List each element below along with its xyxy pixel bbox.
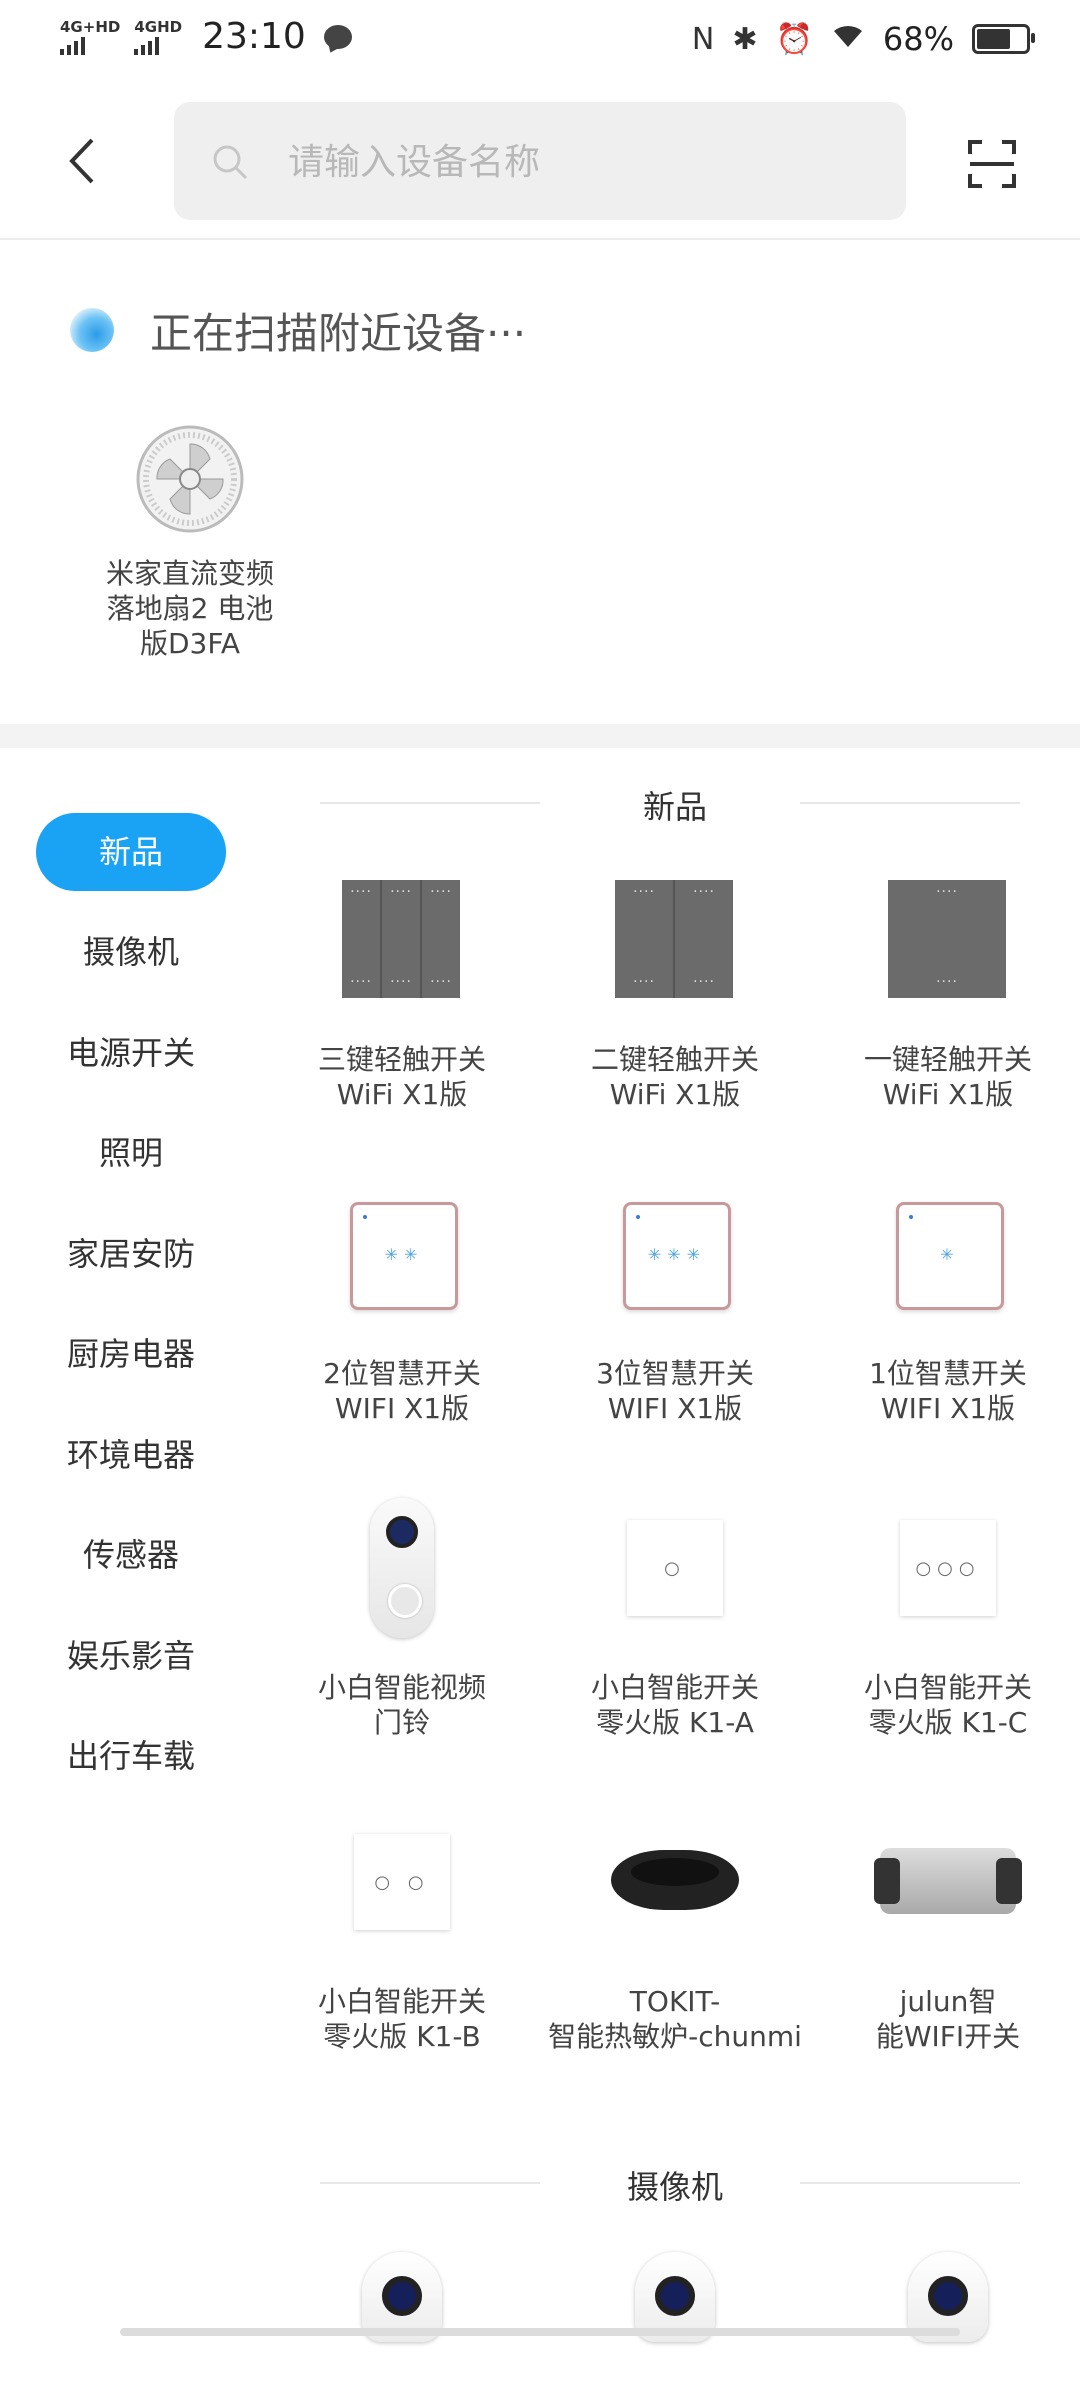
three-gang-switch-icon: ✳✳✳ <box>605 1184 745 1324</box>
double-switch-icon <box>605 870 745 1010</box>
camera-icon <box>605 2252 745 2392</box>
alarm-icon: ⏰ <box>775 21 813 57</box>
fan-icon <box>136 425 244 533</box>
category-power-switch[interactable]: 电源开关 <box>36 1014 226 1092</box>
section-title: 摄像机 <box>270 2162 1080 2206</box>
device-name: 一键轻触开关 WiFi X1版 <box>863 1043 1032 1111</box>
category-camera[interactable]: 摄像机 <box>36 913 226 991</box>
scan-button[interactable] <box>968 140 1016 188</box>
device-item[interactable]: julun智 能WIFI开关 <box>813 1812 1080 2054</box>
bluetooth-icon: ✱ <box>732 21 758 57</box>
device-item[interactable]: 一键轻触开关 WiFi X1版 <box>813 870 1080 1112</box>
back-arrow-icon <box>69 138 94 184</box>
battery-percent: 68% <box>882 20 954 58</box>
message-icon <box>323 24 352 49</box>
nearby-device-name: 米家直流变频 落地扇2 电池 版D3FA <box>105 557 274 660</box>
device-item[interactable]: ○ 小白智能开关 零火版 K1-A <box>540 1498 810 1740</box>
device-item[interactable]: ✳✳ 2位智慧开关 WIFI X1版 <box>267 1184 537 1426</box>
device-name: TOKIT- 智能热敏炉-chunmi <box>548 1985 802 2053</box>
device-item[interactable]: 小白智能视频 门铃 <box>267 1498 537 1740</box>
back-button[interactable] <box>62 136 102 186</box>
device-item[interactable] <box>813 2252 1080 2392</box>
battery-icon <box>972 24 1035 54</box>
category-sidebar: 新品 摄像机 电源开关 照明 家居安防 厨房电器 环境电器 传感器 娱乐影音 出… <box>0 748 260 2340</box>
nfc-icon: N <box>691 21 715 57</box>
k1-switch-icon: ○○○ <box>878 1498 1018 1638</box>
device-name: 3位智慧开关 WIFI X1版 <box>596 1357 754 1425</box>
device-catalog: 新品 三键轻触开关 WiFi X1版 二键轻触开关 WiFi X1版 一键轻触开… <box>267 748 1080 2342</box>
category-entertainment[interactable]: 娱乐影音 <box>36 1617 226 1695</box>
k1-switch-icon: ○ ○ <box>332 1812 472 1952</box>
device-item[interactable] <box>267 2252 537 2392</box>
nearby-device-item[interactable]: 米家直流变频 落地扇2 电池 版D3FA <box>84 424 296 661</box>
category-home-security[interactable]: 家居安防 <box>36 1215 226 1293</box>
single-switch-icon <box>878 870 1018 1010</box>
device-name: 1位智慧开关 WIFI X1版 <box>869 1357 1027 1425</box>
device-item[interactable]: 二键轻触开关 WiFi X1版 <box>540 870 810 1112</box>
home-indicator[interactable] <box>120 2328 960 2336</box>
scanning-text: 正在扫描附近设备··· <box>150 309 527 358</box>
status-bar: 4G+HD 4GHD 23:10 N ✱ ⏰ 68% <box>0 0 1080 84</box>
device-name: 小白智能开关 零火版 K1-A <box>590 1671 759 1739</box>
category-lighting[interactable]: 照明 <box>36 1114 226 1192</box>
device-name: 三键轻触开关 WiFi X1版 <box>317 1043 486 1111</box>
device-name: 小白智能开关 零火版 K1-C <box>863 1671 1032 1739</box>
network-label-1: 4G+HD <box>60 17 121 36</box>
device-item[interactable]: 三键轻触开关 WiFi X1版 <box>267 870 537 1112</box>
device-name: 小白智能开关 零火版 K1-B <box>317 1985 486 2053</box>
nearby-devices: 正在扫描附近设备··· 米家直流变频 落地扇2 电池 版D3FA <box>0 240 1080 724</box>
k1-switch-icon: ○ <box>605 1498 745 1638</box>
device-item[interactable]: ○ ○ 小白智能开关 零火版 K1-B <box>267 1812 537 2054</box>
wifi-switch-module-icon <box>874 1812 1022 1952</box>
camera-icon <box>878 2252 1018 2392</box>
device-name: 小白智能视频 门铃 <box>317 1671 486 1739</box>
section-title-new: 新品 <box>642 788 707 826</box>
header <box>0 84 1080 240</box>
device-item[interactable]: ✳✳✳ 3位智慧开关 WIFI X1版 <box>540 1184 810 1426</box>
one-gang-switch-icon: ✳ <box>878 1184 1018 1324</box>
category-environment[interactable]: 环境电器 <box>36 1416 226 1494</box>
section-title: 新品 <box>270 782 1080 826</box>
device-name: julun智 能WIFI开关 <box>875 1985 1021 2053</box>
signal-icon: 4GHD <box>134 19 182 55</box>
battery-fill <box>977 29 1010 49</box>
category-kitchen[interactable]: 厨房电器 <box>36 1315 226 1393</box>
search-input[interactable] <box>286 102 870 222</box>
category-sensor[interactable]: 传感器 <box>36 1516 226 1594</box>
scan-qr-icon <box>968 140 1016 188</box>
device-name: 2位智慧开关 WIFI X1版 <box>323 1357 481 1425</box>
device-item[interactable]: ○○○ 小白智能开关 零火版 K1-C <box>813 1498 1080 1740</box>
signal-icon: 4G+HD <box>60 19 120 55</box>
clock: 23:10 <box>202 16 306 57</box>
network-label-2: 4GHD <box>134 17 183 36</box>
device-item[interactable]: TOKIT- 智能热敏炉-chunmi <box>540 1812 810 2054</box>
search-bar[interactable] <box>174 102 906 222</box>
section-title-camera: 摄像机 <box>626 2168 723 2206</box>
device-item[interactable]: ✳ 1位智慧开关 WIFI X1版 <box>813 1184 1080 1426</box>
category-vehicle[interactable]: 出行车载 <box>36 1717 226 1795</box>
two-gang-switch-icon: ✳✳ <box>332 1184 472 1324</box>
device-name: 二键轻触开关 WiFi X1版 <box>590 1043 759 1111</box>
wifi-icon <box>831 22 865 57</box>
induction-cooker-icon <box>605 1812 745 1952</box>
section-divider <box>0 724 1080 748</box>
category-new[interactable]: 新品 <box>36 813 226 891</box>
triple-switch-icon <box>332 870 472 1010</box>
device-item[interactable] <box>540 2252 810 2392</box>
video-doorbell-icon <box>332 1498 472 1638</box>
camera-icon <box>332 2252 472 2392</box>
search-icon <box>213 145 248 180</box>
scanning-indicator-icon <box>70 308 114 352</box>
